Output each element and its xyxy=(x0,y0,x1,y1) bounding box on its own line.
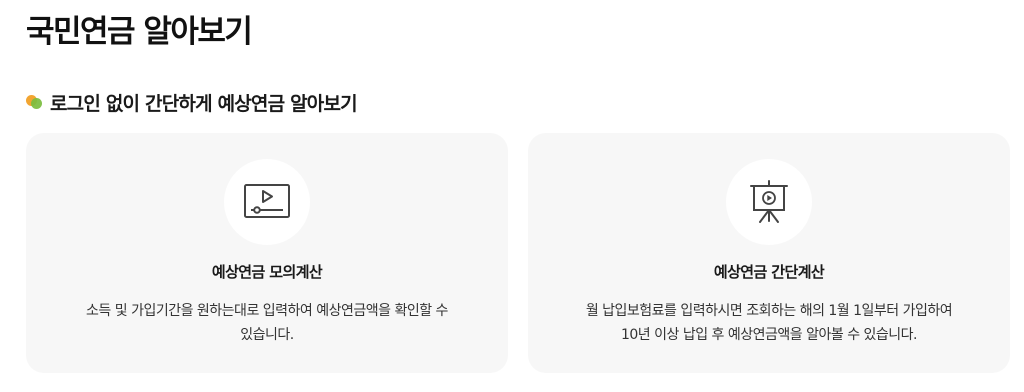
mock-calculation-card[interactable]: 예상연금 모의계산 소득 및 가입기간을 원하는대로 입력하여 예상연금액을 확… xyxy=(26,133,508,373)
card-description: 월 납입보험료를 입력하시면 조회하는 해의 1월 1일부터 가입하여 10년 … xyxy=(558,299,980,347)
card-description-line: 월 납입보험료를 입력하시면 조회하는 해의 1월 1일부터 가입하여 xyxy=(585,303,953,319)
card-description: 소득 및 가입기간을 원하는대로 입력하여 예상연금액을 확인할 수 있습니다. xyxy=(56,299,478,347)
card-description-line: 소득 및 가입기간을 원하는대로 입력하여 예상연금액을 확인할 수 xyxy=(86,303,448,319)
card-title: 예상연금 모의계산 xyxy=(211,263,323,281)
section-heading: 로그인 없이 간단하게 예상연금 알아보기 xyxy=(26,88,358,116)
card-description-line: 있습니다. xyxy=(240,327,294,343)
overlapping-circles-icon xyxy=(26,94,42,110)
card-icon-circle xyxy=(726,159,812,245)
video-player-icon xyxy=(244,184,290,218)
simple-calculation-card[interactable]: 예상연금 간단계산 월 납입보험료를 입력하시면 조회하는 해의 1월 1일부터… xyxy=(528,133,1010,373)
page: 국민연금 알아보기 로그인 없이 간단하게 예상연금 알아보기 예상연금 모의계… xyxy=(0,0,1024,392)
card-title: 예상연금 간단계산 xyxy=(713,263,825,281)
page-title: 국민연금 알아보기 xyxy=(26,14,253,50)
card-description-line: 10년 이상 납입 후 예상연금액을 알아볼 수 있습니다. xyxy=(620,327,918,343)
section-heading-label: 로그인 없이 간단하게 예상연금 알아보기 xyxy=(50,92,358,115)
presentation-board-icon xyxy=(750,180,788,223)
card-icon-circle xyxy=(224,159,310,245)
